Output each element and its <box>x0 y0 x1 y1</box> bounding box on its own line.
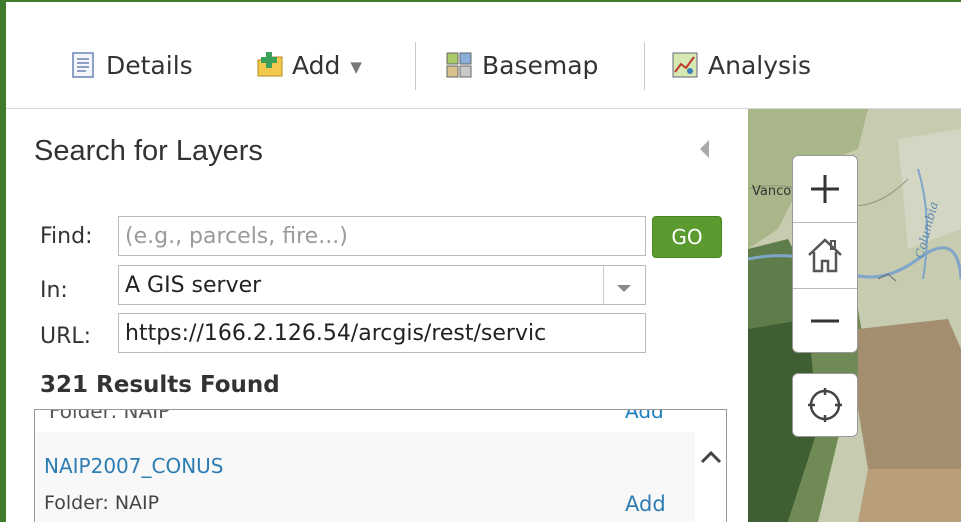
zoom-out-button[interactable] <box>793 288 857 354</box>
results-list: Folder: NAIP Add NAIP2007_CONUS Folder: … <box>34 409 727 522</box>
url-input[interactable]: https://166.2.126.54/arcgis/rest/servic <box>118 313 646 353</box>
dropdown-divider <box>603 266 604 304</box>
result-name-link[interactable]: NAIP2007_CONUS <box>44 454 224 478</box>
basemap-icon <box>446 52 472 78</box>
add-layer-icon <box>256 52 283 78</box>
panel-title: Search for Layers <box>34 135 263 167</box>
scroll-up-button[interactable] <box>695 432 726 522</box>
details-button[interactable]: Details <box>70 48 193 82</box>
locate-button-inner[interactable] <box>793 374 857 436</box>
zoom-in-button[interactable] <box>793 156 857 223</box>
home-icon <box>808 238 842 273</box>
map-zoom-controls <box>792 155 858 353</box>
analysis-label: Analysis <box>708 50 812 80</box>
home-button[interactable] <box>793 222 857 289</box>
toolbar-divider <box>644 42 645 90</box>
analysis-button[interactable]: Analysis <box>672 48 811 82</box>
add-button[interactable]: Add ▼ <box>256 48 362 82</box>
analysis-icon <box>672 52 698 78</box>
basemap-label: Basemap <box>482 50 599 80</box>
details-label: Details <box>106 50 193 80</box>
basemap-button[interactable]: Basemap <box>446 48 598 82</box>
add-result-link[interactable]: Add <box>625 492 666 516</box>
locate-icon <box>808 388 842 422</box>
details-icon <box>70 52 96 78</box>
zoom-out-icon <box>811 319 839 323</box>
toolbar-divider <box>415 42 416 90</box>
go-button[interactable]: GO <box>652 216 722 258</box>
chevron-up-icon <box>700 450 722 464</box>
find-label: Find: <box>40 224 93 249</box>
chevron-down-icon: ▼ <box>350 58 362 76</box>
toolbar: Details Add ▼ Basemap Analysis <box>6 2 961 109</box>
url-label: URL: <box>40 324 92 349</box>
list-item: NAIP2007_CONUS Folder: NAIP Add <box>35 432 695 522</box>
list-item: Folder: NAIP Add <box>35 410 726 433</box>
result-folder: Folder: NAIP <box>44 492 160 514</box>
zoom-in-icon <box>811 175 839 203</box>
add-label: Add <box>292 50 341 80</box>
add-result-link[interactable]: Add <box>625 410 664 423</box>
locate-button[interactable] <box>792 373 858 437</box>
map-view[interactable]: Vancouver Columbia <box>748 109 961 522</box>
in-label: In: <box>40 278 68 303</box>
find-input[interactable]: (e.g., parcels, fire...) <box>118 216 646 256</box>
results-count: 321 Results Found <box>40 372 280 398</box>
result-folder: Folder: NAIP <box>49 409 171 423</box>
collapse-panel-icon[interactable] <box>700 140 709 158</box>
chevron-down-icon[interactable] <box>617 285 631 292</box>
server-type-value: A GIS server <box>125 272 262 298</box>
server-type-select[interactable]: A GIS server <box>118 265 646 305</box>
